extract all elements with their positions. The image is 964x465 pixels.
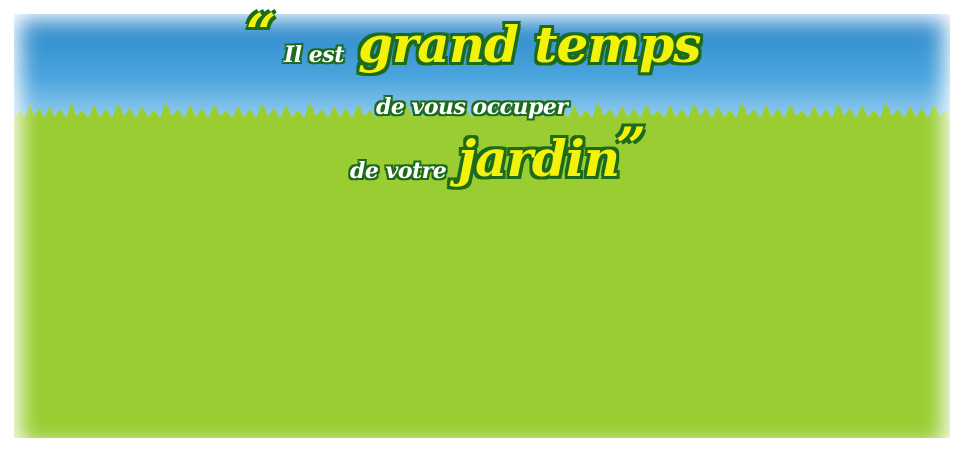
close-quote-mark: ” [616, 117, 646, 178]
slogan-quote: “ Il est grand temps de vous occuper de … [0, 0, 964, 230]
slogan-grand-temps: grand temps [358, 15, 701, 74]
slogan-de-votre: de votre [350, 158, 447, 184]
garden-banner: “ Il est grand temps de vous occuper de … [0, 0, 964, 465]
slogan-de-vous-occuper: de vous occuper [376, 94, 568, 120]
slogan-il-est: Il est [284, 42, 344, 68]
open-quote-mark: “ [246, 3, 276, 64]
slogan-jardin: jardin [458, 129, 620, 188]
